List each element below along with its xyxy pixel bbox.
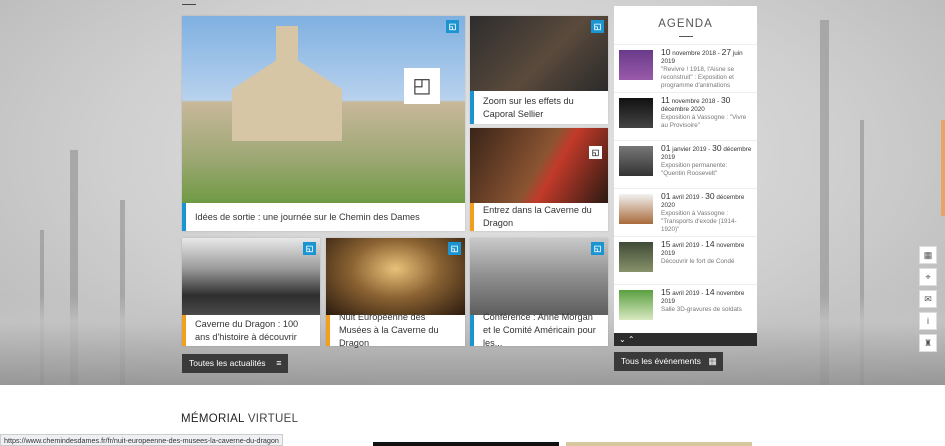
agenda-title: AGENDA (658, 18, 713, 30)
agenda-rule (678, 36, 693, 37)
news-image (470, 238, 608, 315)
soldier-icon[interactable]: ♜ (919, 334, 937, 352)
news-tile[interactable]: Zoom sur les effets du Caporal Sellier (470, 16, 608, 124)
all-news-button[interactable]: Toutes les actualités ≡ (182, 354, 288, 373)
news-badge-icon (446, 20, 459, 33)
news-caption: Zoom sur les effets du Caporal Sellier (470, 91, 608, 124)
status-url: https://www.chemindesdames.fr/fr/nuit-eu… (0, 434, 283, 446)
top-rule (182, 4, 196, 5)
section-title: MÉMORIAL VIRTUEL (181, 413, 299, 425)
news-caption: Nuit Européenne des Musées à la Caverne … (326, 312, 465, 348)
news-caption: Entrez dans la Caverne du Dragon (470, 203, 608, 231)
news-badge-icon (448, 242, 461, 255)
location-pin-icon[interactable]: ⌖ (919, 268, 937, 286)
event-thumbnail (619, 194, 653, 224)
calendar-icon: ▦ (708, 356, 717, 366)
agenda-event[interactable]: 15 avril 2019 - 14 novembre 2019 Salle 3… (614, 284, 757, 332)
event-thumbnail (619, 290, 653, 320)
agenda-event[interactable]: 10 novembre 2018 - 27 juin 2019 "Revivre… (614, 44, 757, 92)
event-thumbnail (619, 98, 653, 128)
news-tile[interactable]: ◰ Idées de sortie : une journée sur le C… (182, 16, 465, 231)
news-caption: Caverne du Dragon : 100 ans d'histoire à… (182, 315, 320, 346)
event-desc: Exposition permanente: "Quentin Roosevel… (661, 162, 728, 177)
event-thumbnail (619, 50, 653, 80)
event-thumbnail (619, 146, 653, 176)
agenda-event[interactable]: 11 novembre 2018 - 30 décembre 2020 Expo… (614, 92, 757, 140)
event-desc: Exposition à Vassogne : "Transports d'ex… (661, 210, 737, 233)
news-tile[interactable]: Conférence : Anne Morgan et le Comité Am… (470, 238, 608, 348)
news-tile[interactable]: Entrez dans la Caverne du Dragon (470, 128, 608, 231)
memorial-thumb[interactable] (373, 442, 559, 446)
event-desc: Exposition à Vassogne : "Vivre au Provis… (661, 114, 747, 129)
info-icon[interactable]: i (919, 312, 937, 330)
agenda-event[interactable]: 01 janvier 2019 - 30 décembre 2019 Expos… (614, 140, 757, 188)
event-desc: Salle 3D-gravures de soldats (661, 306, 742, 313)
agenda-scroll-arrows[interactable]: ⌄ ⌃ (614, 333, 757, 346)
event-desc: Découvrir le fort de Condé (661, 258, 735, 265)
news-image (470, 16, 608, 91)
memorial-thumb[interactable] (566, 442, 752, 446)
news-badge-icon (591, 20, 604, 33)
news-image (470, 128, 608, 203)
logo-icon (589, 146, 602, 159)
event-desc: "Revivre ! 1918, l'Aisne se reconstruit"… (661, 66, 735, 89)
agenda-panel: AGENDA 10 novembre 2018 - 27 juin 2019 "… (614, 6, 757, 346)
all-news-label: Toutes les actualités (189, 358, 266, 368)
all-events-button[interactable]: Tous les événements ▦ (614, 352, 723, 371)
all-events-label: Tous les événements (621, 356, 701, 366)
list-icon: ≡ (276, 358, 282, 368)
news-caption: Conférence : Anne Morgan et le Comité Am… (470, 312, 608, 348)
news-image (326, 238, 465, 315)
calendar-icon[interactable]: ▦ (919, 246, 937, 264)
news-image (182, 238, 320, 315)
news-tile[interactable]: Nuit Européenne des Musées à la Caverne … (326, 238, 465, 348)
logo-icon: ◰ (404, 68, 440, 104)
church-shape (232, 26, 342, 141)
news-badge-icon (303, 242, 316, 255)
news-caption: Idées de sortie : une journée sur le Che… (182, 203, 465, 231)
event-thumbnail (619, 242, 653, 272)
news-tile[interactable]: Caverne du Dragon : 100 ans d'histoire à… (182, 238, 320, 346)
side-toolbar: ▦ ⌖ ✉ i ♜ (919, 246, 937, 356)
agenda-event[interactable]: 01 avril 2019 - 30 décembre 2020 Exposit… (614, 188, 757, 236)
news-badge-icon (591, 242, 604, 255)
mail-icon[interactable]: ✉ (919, 290, 937, 308)
agenda-event[interactable]: 15 avril 2019 - 14 novembre 2019 Découvr… (614, 236, 757, 284)
news-image: ◰ (182, 16, 465, 203)
scroll-indicator[interactable] (941, 120, 945, 216)
